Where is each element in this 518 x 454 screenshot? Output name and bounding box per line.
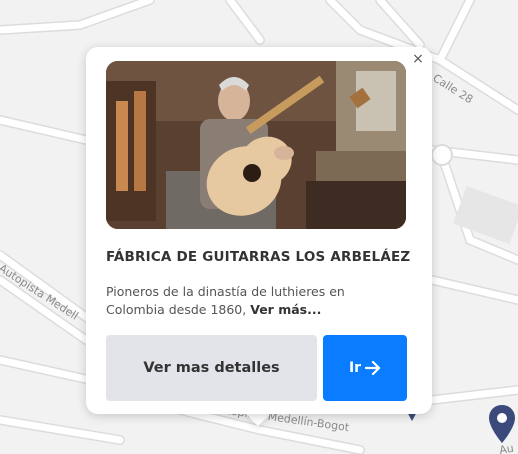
arrow-right-icon: [365, 361, 381, 375]
close-button[interactable]: ×: [410, 51, 426, 67]
view-details-button[interactable]: Ver mas detalles: [106, 335, 317, 401]
map-pin-icon[interactable]: [488, 404, 516, 444]
place-photo: [106, 61, 406, 229]
place-popup: × FÁBRICA DE GUITARRAS LOS ARBELÁEZ Pion…: [86, 47, 432, 414]
view-details-label: Ver mas detalles: [143, 360, 280, 376]
place-description: Pioneros de la dinastía de luthieres en …: [106, 283, 376, 319]
go-label: Ir: [348, 360, 362, 376]
place-title: FÁBRICA DE GUITARRAS LOS ARBELÁEZ: [106, 249, 411, 265]
go-button[interactable]: Ir: [323, 335, 407, 401]
see-more-link[interactable]: Ver más...: [250, 302, 321, 317]
